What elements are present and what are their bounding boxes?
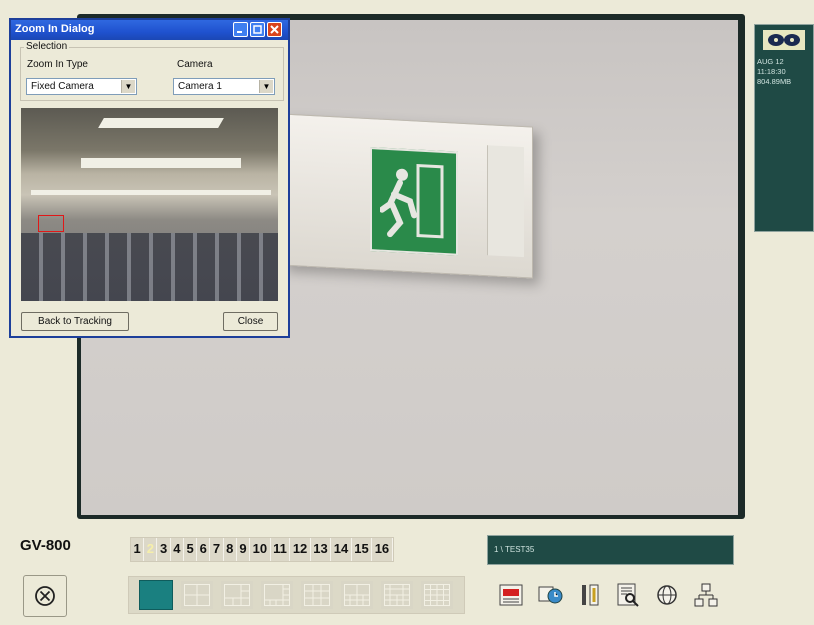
camera-dropdown[interactable]: Camera 1 ▼ [173,78,275,95]
camera-label: Camera [177,59,213,70]
camera-button[interactable]: 5 [183,538,198,561]
camera-button[interactable]: 10 [250,538,271,561]
camera-button[interactable]: 4 [170,538,184,561]
status-time: 11:18:30 [757,67,786,76]
zoom-in-dialog: Zoom In Dialog Selection Zoom In Type Fi… [9,18,290,338]
zoom-region-marker[interactable] [38,215,64,232]
status-disk-space: 804.89MB [757,77,792,86]
record-button[interactable] [495,579,527,611]
dialog-title: Zoom In Dialog [15,23,95,35]
search-document-icon [617,583,639,607]
chevron-down-icon[interactable]: ▼ [121,80,135,93]
camera-button[interactable]: 16 [372,538,393,561]
camera-button[interactable]: 12 [290,538,311,561]
owl-eyes-logo-icon [763,30,805,50]
camera-selector: 1 2 3 4 5 6 7 8 9 10 11 12 13 14 15 16 [130,537,394,562]
camera-button[interactable]: 13 [310,538,332,561]
layout-4-button[interactable] [181,581,213,609]
object-search-button[interactable] [651,579,683,611]
video-log-button[interactable] [612,579,644,611]
camera-button[interactable]: 15 [351,538,373,561]
ceiling-light [81,158,241,168]
grid-2x2-icon [184,584,210,606]
close-button[interactable]: Close [223,312,278,331]
maximize-icon [253,25,262,34]
close-icon [270,25,279,34]
camera-button[interactable]: 8 [223,538,237,561]
grid-3x3-icon [304,584,330,606]
layout-16-button[interactable] [421,581,453,609]
cancel-circle-icon [35,586,55,606]
zoom-type-dropdown[interactable]: Fixed Camera ▼ [26,78,137,95]
camera-button[interactable]: 14 [331,538,352,561]
schedule-icon [538,586,563,604]
tools-icon [582,584,599,606]
record-icon [499,584,523,606]
zoom-type-label: Zoom In Type [27,59,88,70]
grid-13-icon [384,584,410,606]
grid-4x4-icon [424,584,450,606]
camera-button[interactable]: 1 [131,538,145,561]
exit-pictogram [370,147,458,256]
camera-button[interactable]: 9 [236,538,251,561]
layout-9-button[interactable] [301,581,333,609]
ceiling-light [31,190,271,195]
network-icon [694,583,718,607]
exit-button[interactable] [23,575,67,617]
camera-button[interactable]: 2 [144,538,158,561]
grid-6-icon [224,584,250,606]
zoom-type-value: Fixed Camera [31,81,94,92]
back-to-tracking-button[interactable]: Back to Tracking [21,312,129,331]
layout-13-button[interactable] [381,581,413,609]
status-date: AUG 12 [757,57,784,66]
configure-button[interactable] [573,579,605,611]
camera-button[interactable]: 6 [197,538,211,561]
layout-1-button[interactable] [139,580,173,610]
camera-button[interactable]: 11 [270,538,291,561]
function-toolbar [487,576,742,614]
network-button[interactable] [690,579,722,611]
camera-value: Camera 1 [178,81,222,92]
camera-button[interactable]: 7 [210,538,224,561]
zoom-preview[interactable] [21,108,278,301]
ceiling-light [98,118,224,128]
brand-label: GV-800 [20,537,71,554]
selection-label: Selection [24,41,70,52]
schedule-button[interactable] [534,579,566,611]
screen-layout-toolbar [128,576,465,614]
chevron-down-icon[interactable]: ▼ [259,80,273,93]
maximize-button[interactable] [250,22,265,37]
minimize-button[interactable] [233,22,248,37]
layout-10-button[interactable] [341,581,373,609]
cubicle-rows [21,233,278,301]
exit-sign-image [281,113,533,279]
grid-10-icon [344,584,370,606]
close-window-button[interactable] [267,22,282,37]
message-bar: 1 \ TEST35 [487,535,734,565]
minimize-icon [237,31,242,33]
status-panel: AUG 12 11:18:30 804.89MB [754,24,814,232]
exit-sign-panel [487,145,524,258]
message-text: 1 \ TEST35 [494,545,535,554]
layout-8-button[interactable] [261,581,293,609]
grid-8-icon [264,584,290,606]
camera-button[interactable]: 3 [157,538,171,561]
globe-icon [657,585,677,605]
layout-6-button[interactable] [221,581,253,609]
dialog-titlebar[interactable]: Zoom In Dialog [11,20,288,40]
